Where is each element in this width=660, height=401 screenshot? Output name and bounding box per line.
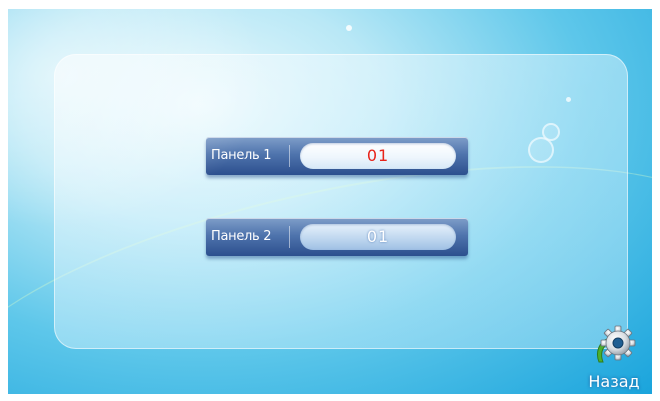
field-divider [289,145,290,167]
panel-1-value[interactable]: 01 [300,143,456,169]
panel-1-label: Панель 1 [211,148,272,163]
panel-1-field[interactable]: Панель 1 01 [206,137,468,175]
back-button[interactable]: Назад [579,320,649,394]
gear-icon [596,325,636,363]
panel-2-label: Панель 2 [211,229,272,244]
panel-2-field[interactable]: Панель 2 01 [206,218,468,256]
decorative-dot [346,25,352,31]
content-panel [54,54,628,349]
settings-screen: Панель 1 01 Панель 2 01 [8,9,652,394]
panel-2-value[interactable]: 01 [300,224,456,250]
field-divider [289,226,290,248]
back-button-label: Назад [588,372,640,391]
